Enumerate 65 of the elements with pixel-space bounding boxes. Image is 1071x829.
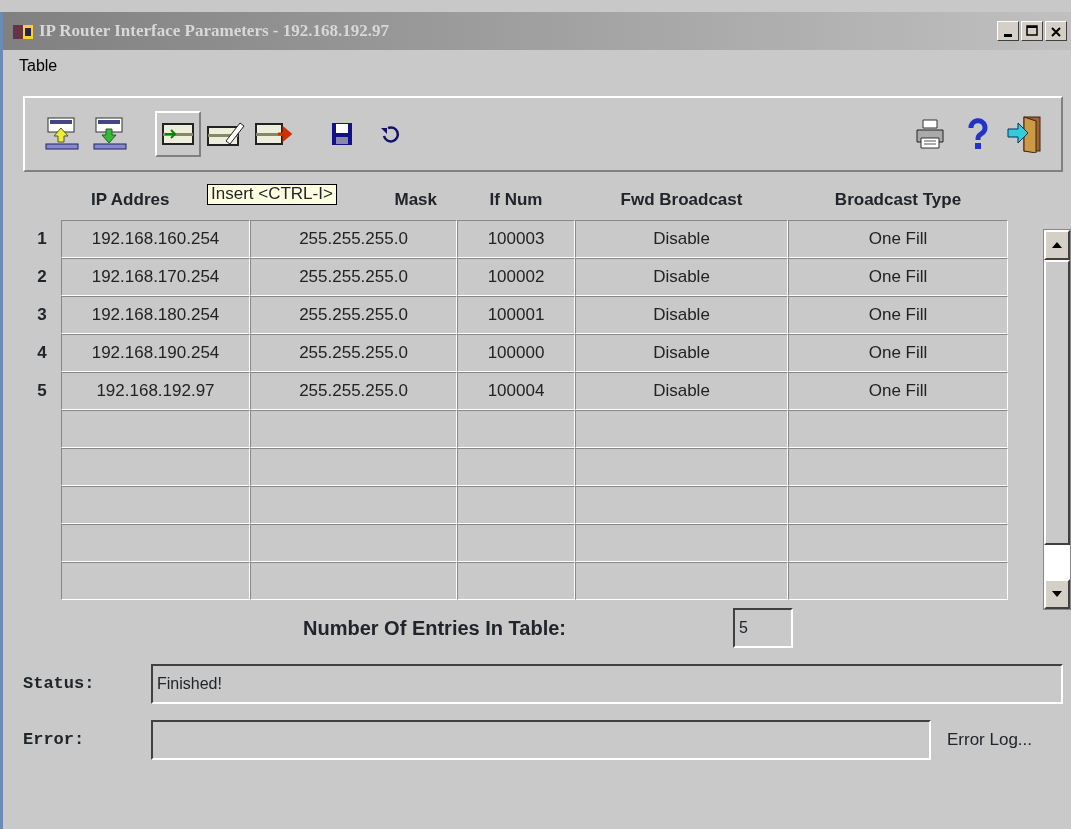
table-cell: One Fill: [788, 258, 1008, 296]
row-number: 2: [36, 266, 48, 289]
table-cell: 100002: [457, 258, 575, 296]
table-cell: 100001: [457, 296, 575, 334]
up-arrow-icon: [1052, 242, 1062, 248]
table-cell: 192.168.190.254: [61, 334, 250, 372]
download-icon: [92, 116, 128, 152]
table-cell: 100004: [457, 372, 575, 410]
column-header: Broadcast Type: [834, 189, 962, 212]
window-title: IP Router Interface Parameters - 192.168.192.97: [39, 20, 389, 43]
maximize-icon: [1026, 25, 1038, 38]
table-cell: One Fill: [788, 296, 1008, 334]
maximize-button[interactable]: [1021, 21, 1043, 41]
table-cell: One Fill: [788, 334, 1008, 372]
close-icon: [1051, 26, 1061, 37]
row-number: 5: [36, 380, 48, 403]
close-button[interactable]: [1045, 21, 1067, 41]
delete-row-icon: [254, 120, 294, 148]
scroll-thumb[interactable]: [1044, 260, 1070, 545]
table-cell: 192.168.170.254: [61, 258, 250, 296]
insert-row-icon: [161, 120, 195, 148]
table-cell: Disable: [575, 296, 788, 334]
menu-item[interactable]: Table: [19, 54, 58, 78]
down-arrow-icon: [1052, 591, 1062, 597]
scroll-down-button[interactable]: [1044, 579, 1070, 609]
table-cell: 100003: [457, 220, 575, 258]
column-header: Fwd Broadcast: [620, 189, 743, 212]
table-cell: 255.255.255.0: [250, 220, 457, 258]
table-cell: 192.168.180.254: [61, 296, 250, 334]
error-field[interactable]: [151, 720, 931, 760]
status-label: Status:: [23, 673, 96, 696]
toolbar-button[interactable]: [155, 111, 201, 157]
column-header: If Num: [489, 189, 543, 212]
entries-label: Number Of Entries In Table:: [303, 616, 567, 641]
table-cell: 255.255.255.0: [250, 334, 457, 372]
table-cell: Disable: [575, 220, 788, 258]
upload-icon: [44, 116, 80, 152]
undo-icon: [379, 124, 401, 144]
table-cell: Disable: [575, 334, 788, 372]
table-cell: 100000: [457, 334, 575, 372]
scroll-up-button[interactable]: [1044, 230, 1070, 260]
table-cell: 255.255.255.0: [250, 258, 457, 296]
minimize-button[interactable]: [997, 21, 1019, 41]
error-label: Error:: [23, 729, 86, 752]
row-number: 1: [36, 228, 48, 251]
table-cell: 192.168.160.254: [61, 220, 250, 258]
table-cell: Disable: [575, 372, 788, 410]
table-cell: One Fill: [788, 220, 1008, 258]
table-cell: Disable: [575, 258, 788, 296]
table-cell: 255.255.255.0: [250, 296, 457, 334]
status-field[interactable]: Finished!: [151, 664, 1063, 704]
row-number: 4: [36, 342, 48, 365]
error-log-link[interactable]: Error Log...: [947, 727, 1033, 753]
entries-field[interactable]: 5: [733, 608, 793, 648]
column-header: IP Addres: [91, 189, 170, 212]
scrollbar[interactable]: [1043, 229, 1071, 610]
row-number: 3: [36, 304, 48, 327]
help-icon: [966, 118, 990, 150]
column-header: Mask: [394, 189, 437, 212]
table-cell: One Fill: [788, 372, 1008, 410]
table-cell: 192.168.192.97: [61, 372, 250, 410]
tooltip: Insert <CTRL-I>: [207, 184, 337, 205]
printer-icon: [913, 118, 947, 150]
minimize-icon: [1004, 33, 1012, 37]
table-cell: 255.255.255.0: [250, 372, 457, 410]
